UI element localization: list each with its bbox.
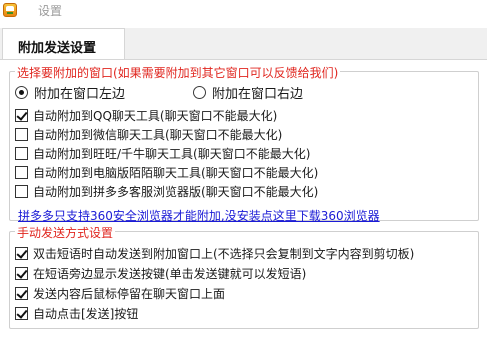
checkbox-show-send-button-box[interactable] [15,266,28,280]
radio-attach-left-indicator[interactable] [15,85,28,99]
checkbox-attach-wechat[interactable]: 自动附加到微信聊天工具(聊天窗口不能最大化) [15,126,282,142]
app-logo-icon [3,3,17,17]
checkbox-mouse-stay-label: 发送内容后鼠标停留在聊天窗口上面 [33,286,226,301]
checkbox-attach-qq-box[interactable] [15,108,28,122]
checkbox-auto-click-send[interactable]: 自动点击[发送]按钮 [15,305,138,321]
checkbox-attach-momo[interactable]: 自动附加到电脑版陌陌聊天工具(聊天窗口不能最大化) [15,164,318,180]
checkbox-mouse-stay[interactable]: 发送内容后鼠标停留在聊天窗口上面 [15,285,225,301]
attach-group-legend: 选择要附加的窗口(如果需要附加到其它窗口可以反馈给我们) [15,64,341,81]
checkbox-auto-click-send-box[interactable] [15,306,28,320]
checkbox-attach-pinduoduo-label: 自动附加到拼多多客服浏览器版(聊天窗口不能最大化) [33,184,319,199]
radio-attach-left[interactable]: 附加在窗口左边 [15,84,126,102]
radio-attach-left-label: 附加在窗口左边 [34,86,126,102]
attach-window-group: 选择要附加的窗口(如果需要附加到其它窗口可以反馈给我们) 附加在窗口左边 附加在… [9,64,479,224]
checkbox-attach-wangwang[interactable]: 自动附加到旺旺/千牛聊天工具(聊天窗口不能最大化) [15,145,310,161]
checkbox-attach-momo-label: 自动附加到电脑版陌陌聊天工具(聊天窗口不能最大化) [33,165,319,180]
checkbox-attach-wangwang-box[interactable] [15,146,28,160]
checkbox-show-send-button-label: 在短语旁边显示发送按键(单击发送键就可以发短语) [33,266,307,281]
checkbox-double-click-send[interactable]: 双击短语时自动发送到附加窗口上(不选择只会复制到文字内容到剪切板) [15,245,414,261]
checkbox-show-send-button[interactable]: 在短语旁边显示发送按键(单击发送键就可以发短语) [15,265,306,281]
checkbox-double-click-send-box[interactable] [15,246,28,260]
tab-strip: 附加发送设置 [0,28,487,60]
title-bar: 设置 [0,0,487,20]
checkbox-attach-pinduoduo-box[interactable] [15,184,28,198]
checkbox-attach-wechat-box[interactable] [15,127,28,141]
checkbox-auto-click-send-label: 自动点击[发送]按钮 [33,306,139,321]
checkbox-double-click-send-label: 双击短语时自动发送到附加窗口上(不选择只会复制到文字内容到剪切板) [33,246,415,261]
checkbox-attach-wangwang-label: 自动附加到旺旺/千牛聊天工具(聊天窗口不能最大化) [33,146,311,161]
checkbox-attach-qq[interactable]: 自动附加到QQ聊天工具(聊天窗口不能最大化) [15,107,277,123]
radio-attach-right-indicator[interactable] [193,85,206,99]
download-360-browser-link[interactable]: 拼多多只支持360安全浏览器才能附加,没安装点这里下载360浏览器 [18,207,380,224]
radio-attach-right-label: 附加在窗口右边 [212,86,304,102]
radio-attach-right[interactable]: 附加在窗口右边 [193,84,304,102]
checkbox-mouse-stay-box[interactable] [15,286,28,300]
tab-attach-send-settings[interactable]: 附加发送设置 [2,28,125,60]
checkbox-attach-qq-label: 自动附加到QQ聊天工具(聊天窗口不能最大化) [33,108,278,123]
settings-panel: 选择要附加的窗口(如果需要附加到其它窗口可以反馈给我们) 附加在窗口左边 附加在… [0,59,487,337]
checkbox-attach-momo-box[interactable] [15,165,28,179]
checkbox-attach-pinduoduo[interactable]: 自动附加到拼多多客服浏览器版(聊天窗口不能最大化) [15,183,318,199]
window-title: 设置 [38,4,63,18]
manual-send-group: 手动发送方式设置 双击短语时自动发送到附加窗口上(不选择只会复制到文字内容到剪切… [9,224,479,329]
manual-group-legend: 手动发送方式设置 [15,224,116,241]
checkbox-attach-wechat-label: 自动附加到微信聊天工具(聊天窗口不能最大化) [33,127,283,142]
